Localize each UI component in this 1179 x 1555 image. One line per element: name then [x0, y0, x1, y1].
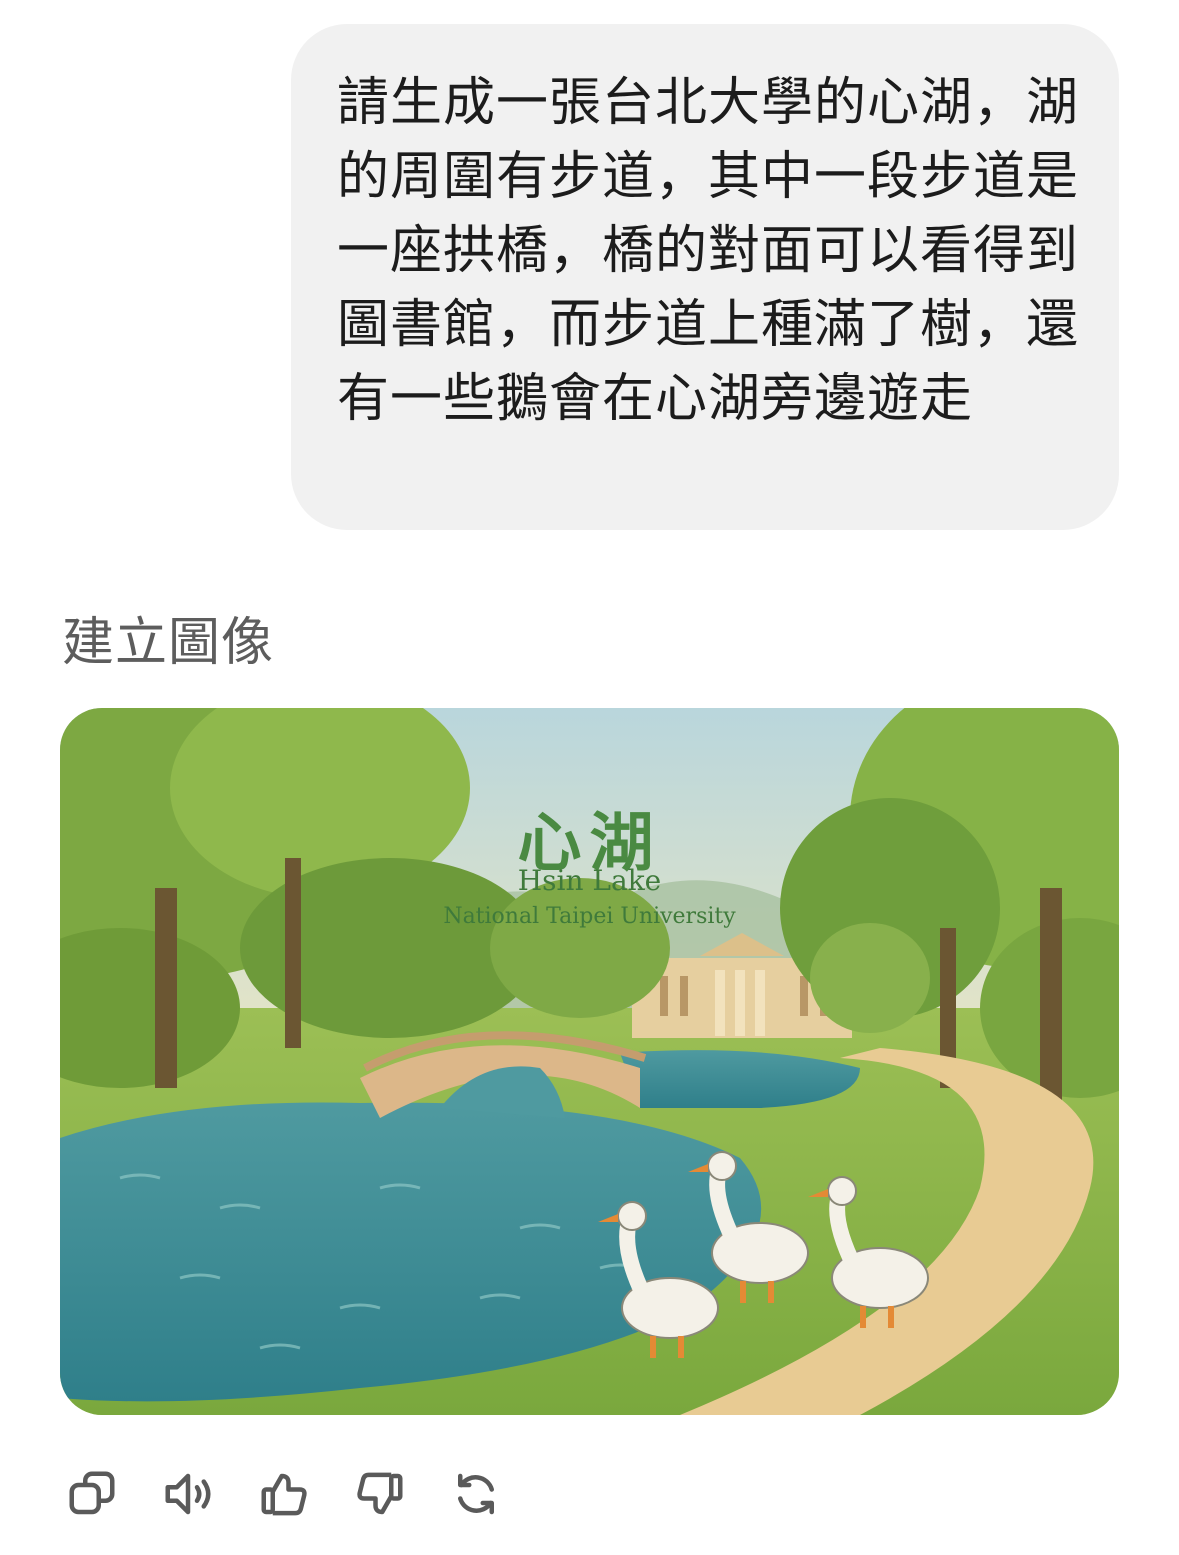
- copy-icon: [69, 1471, 115, 1515]
- regenerate-button[interactable]: [444, 1462, 508, 1526]
- thumbs-up-button[interactable]: [252, 1462, 316, 1526]
- image-title-en: Hsin Lake: [517, 864, 662, 897]
- message-actions: [60, 1462, 560, 1526]
- thumbs-down-icon: [357, 1472, 403, 1515]
- read-aloud-button[interactable]: [156, 1462, 220, 1526]
- regenerate-icon: [458, 1473, 494, 1515]
- copy-button[interactable]: [60, 1462, 124, 1526]
- generated-image[interactable]: 心湖 Hsin Lake National Taipei University: [60, 708, 1119, 1415]
- user-message-text: 請生成一張台北大學的心湖，湖的周圍有步道，其中一段步道是一座拱橋，橋的對面可以看…: [337, 73, 1080, 429]
- image-subtitle: National Taipei University: [443, 904, 736, 929]
- thumbs-down-button[interactable]: [348, 1462, 412, 1526]
- user-message-bubble: 請生成一張台北大學的心湖，湖的周圍有步道，其中一段步道是一座拱橋，橋的對面可以看…: [291, 24, 1119, 530]
- thumbs-up-icon: [261, 1473, 307, 1516]
- read-aloud-icon: [165, 1473, 211, 1515]
- assistant-status-label: 建立圖像: [62, 613, 275, 673]
